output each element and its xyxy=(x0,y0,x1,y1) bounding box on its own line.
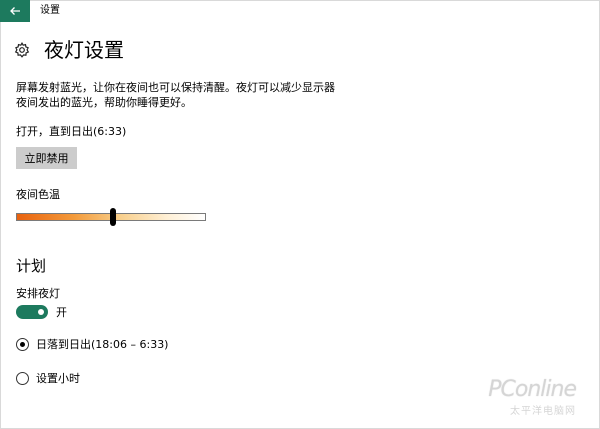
night-light-status: 打开，直到日出(6:33) xyxy=(16,125,127,138)
schedule-toggle-label: 安排夜灯 xyxy=(16,287,60,300)
back-button[interactable] xyxy=(0,0,30,22)
radio-button[interactable] xyxy=(16,371,29,385)
description-line-1: 屏幕发射蓝光，让你在夜间也可以保持清醒。夜灯可以减少显示器 xyxy=(16,81,335,94)
radio-button-checked[interactable] xyxy=(16,337,29,351)
toggle-knob xyxy=(38,309,44,315)
description-text: 屏幕发射蓝光，让你在夜间也可以保持清醒。夜灯可以减少显示器 夜间发出的蓝光，帮助… xyxy=(16,80,336,110)
watermark-subtitle: 太平洋电脑网 xyxy=(510,406,576,417)
gear-icon xyxy=(14,42,30,58)
schedule-toggle-row: 开 xyxy=(16,304,67,320)
back-arrow-icon xyxy=(10,7,20,15)
page-title: 夜灯设置 xyxy=(44,38,124,62)
schedule-heading: 计划 xyxy=(16,257,47,275)
toggle-state-text: 开 xyxy=(56,305,67,319)
radio-label: 设置小时 xyxy=(36,371,80,385)
description-line-2: 夜间发出的蓝光，帮助你睡得更好。 xyxy=(16,96,192,109)
color-temperature-slider[interactable] xyxy=(16,208,206,226)
radio-sunset-to-sunrise[interactable]: 日落到日出(18:06 – 6:33) xyxy=(16,336,168,352)
radio-label: 日落到日出(18:06 – 6:33) xyxy=(36,337,169,351)
window-title: 设置 xyxy=(40,5,60,16)
radio-set-hours[interactable]: 设置小时 xyxy=(16,370,80,386)
slider-thumb[interactable] xyxy=(109,208,116,226)
color-temperature-label: 夜间色温 xyxy=(16,188,60,201)
page-header: 夜灯设置 xyxy=(14,36,124,64)
schedule-night-light-toggle[interactable] xyxy=(16,305,48,319)
disable-now-button[interactable]: 立即禁用 xyxy=(16,147,77,169)
watermark: PConline 太平洋电脑网 xyxy=(488,377,577,417)
watermark-brand: PConline xyxy=(488,377,577,402)
title-bar: 设置 xyxy=(0,0,600,22)
